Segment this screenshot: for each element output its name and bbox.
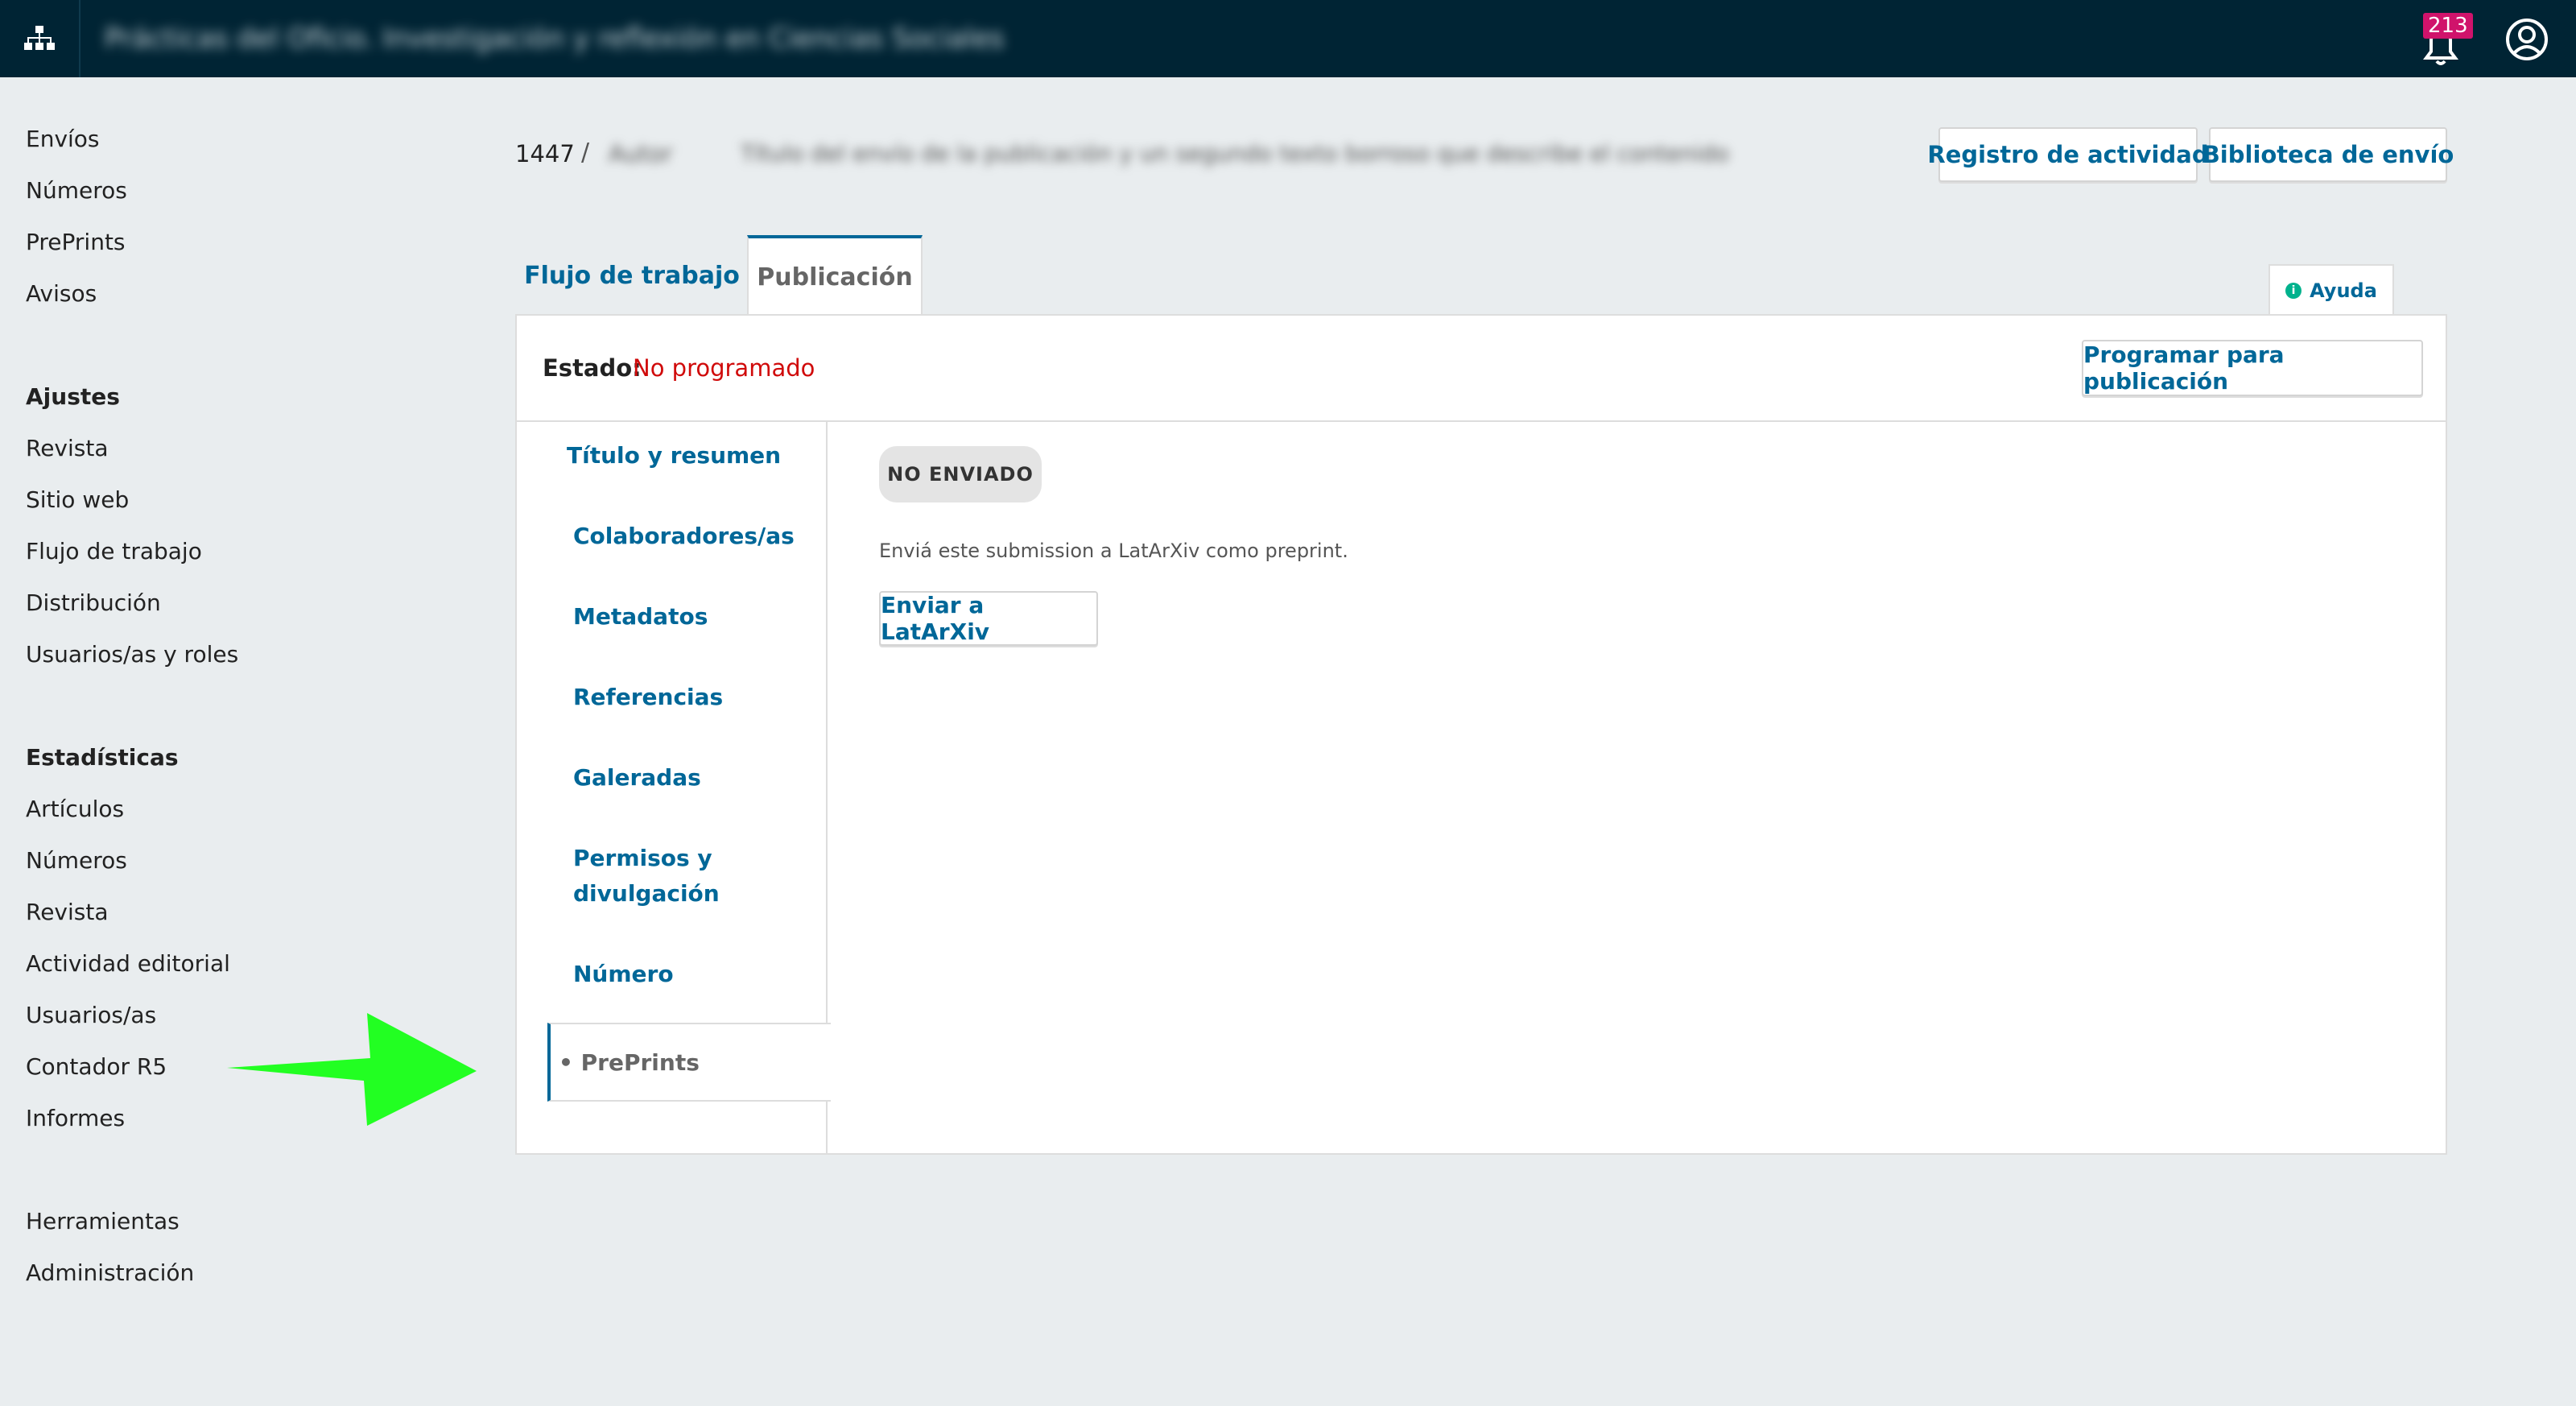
help-label: Ayuda: [2310, 279, 2377, 302]
info-icon: i: [2285, 283, 2302, 299]
user-avatar-icon: [2506, 19, 2548, 60]
user-menu-button[interactable]: [2505, 18, 2549, 61]
subnav-titulo-resumen[interactable]: Título y resumen: [567, 438, 781, 473]
breadcrumb-separator: /: [581, 139, 590, 167]
sidebar-item-administracion[interactable]: Administración: [26, 1259, 194, 1286]
sidebar-item-articulos[interactable]: Artículos: [26, 796, 124, 822]
sidebar-heading-estadisticas: Estadísticas: [26, 744, 179, 771]
sidebar-item-usuarios-y-roles[interactable]: Usuarios/as y roles: [26, 641, 238, 668]
main-sidebar: Envíos Números PrePrints Avisos Ajustes …: [0, 77, 451, 1406]
sidebar-item-distribucion[interactable]: Distribución: [26, 589, 161, 616]
subnav-permisos-divulgacion[interactable]: Permisos y divulgación: [573, 841, 750, 912]
sidebar-item-informes[interactable]: Informes: [26, 1105, 125, 1131]
sidebar-item-flujo-de-trabajo[interactable]: Flujo de trabajo: [26, 538, 202, 564]
sidebar-item-envios[interactable]: Envíos: [26, 126, 100, 152]
subnav-galeradas[interactable]: Galeradas: [573, 760, 701, 796]
submission-id: 1447: [515, 140, 575, 167]
subnav-referencias[interactable]: Referencias: [573, 680, 723, 715]
preprint-status-badge: NO ENVIADO: [879, 446, 1042, 502]
help-button[interactable]: i Ayuda: [2268, 264, 2394, 316]
send-to-latarxiv-button[interactable]: Enviar a LatArXiv: [879, 591, 1098, 646]
sitemap-icon: [24, 26, 55, 50]
sidebar-item-sitio-web[interactable]: Sitio web: [26, 486, 129, 513]
sidebar-item-revista[interactable]: Revista: [26, 435, 109, 461]
schedule-publication-button[interactable]: Programar para publicación: [2082, 340, 2423, 396]
sidebar-item-contador-r5[interactable]: Contador R5: [26, 1053, 167, 1080]
sidebar-item-avisos[interactable]: Avisos: [26, 280, 97, 307]
sidebar-item-herramientas[interactable]: Herramientas: [26, 1208, 180, 1234]
submission-library-button[interactable]: Biblioteca de envío: [2202, 127, 2454, 182]
tab-publication[interactable]: Publicación: [747, 235, 923, 316]
notification-count-badge: 213: [2423, 13, 2473, 39]
subnav-colaboradores[interactable]: Colaboradores/as: [573, 519, 795, 554]
submission-author: Autor: [609, 140, 673, 167]
preprint-description: Enviá este submission a LatArXiv como pr…: [879, 540, 1348, 562]
sidebar-item-stats-numeros[interactable]: Números: [26, 847, 127, 874]
status-value: No programado: [633, 354, 815, 382]
sidebar-item-preprints[interactable]: PrePrints: [26, 229, 126, 255]
status-label: Estado:: [543, 354, 642, 382]
status-bar: Estado: No programado Programar para pub…: [517, 316, 2446, 422]
tab-workflow[interactable]: Flujo de trabajo: [515, 235, 749, 316]
submission-title: Título del envío de la publicación y un …: [741, 140, 1729, 167]
annotation-arrow: [227, 1013, 477, 1126]
subnav-metadatos[interactable]: Metadatos: [573, 599, 708, 635]
notifications-button[interactable]: 213: [2415, 11, 2473, 68]
publication-panel: Estado: No programado Programar para pub…: [515, 314, 2447, 1155]
sitemap-button[interactable]: [0, 0, 80, 77]
journal-title: Prácticas del Oficio. Investigación y re…: [105, 23, 1005, 55]
activity-log-button[interactable]: Registro de actividad: [1927, 127, 2209, 182]
sidebar-heading-ajustes: Ajustes: [26, 383, 120, 410]
sidebar-item-numeros[interactable]: Números: [26, 177, 127, 204]
sidebar-item-actividad-editorial[interactable]: Actividad editorial: [26, 950, 230, 977]
subnav-numero[interactable]: Número: [573, 957, 674, 992]
subnav-preprints[interactable]: • PrePrints: [547, 1023, 831, 1102]
top-bar: Prácticas del Oficio. Investigación y re…: [0, 0, 2576, 77]
sidebar-item-usuarios[interactable]: Usuarios/as: [26, 1002, 156, 1028]
sidebar-item-stats-revista[interactable]: Revista: [26, 899, 109, 925]
